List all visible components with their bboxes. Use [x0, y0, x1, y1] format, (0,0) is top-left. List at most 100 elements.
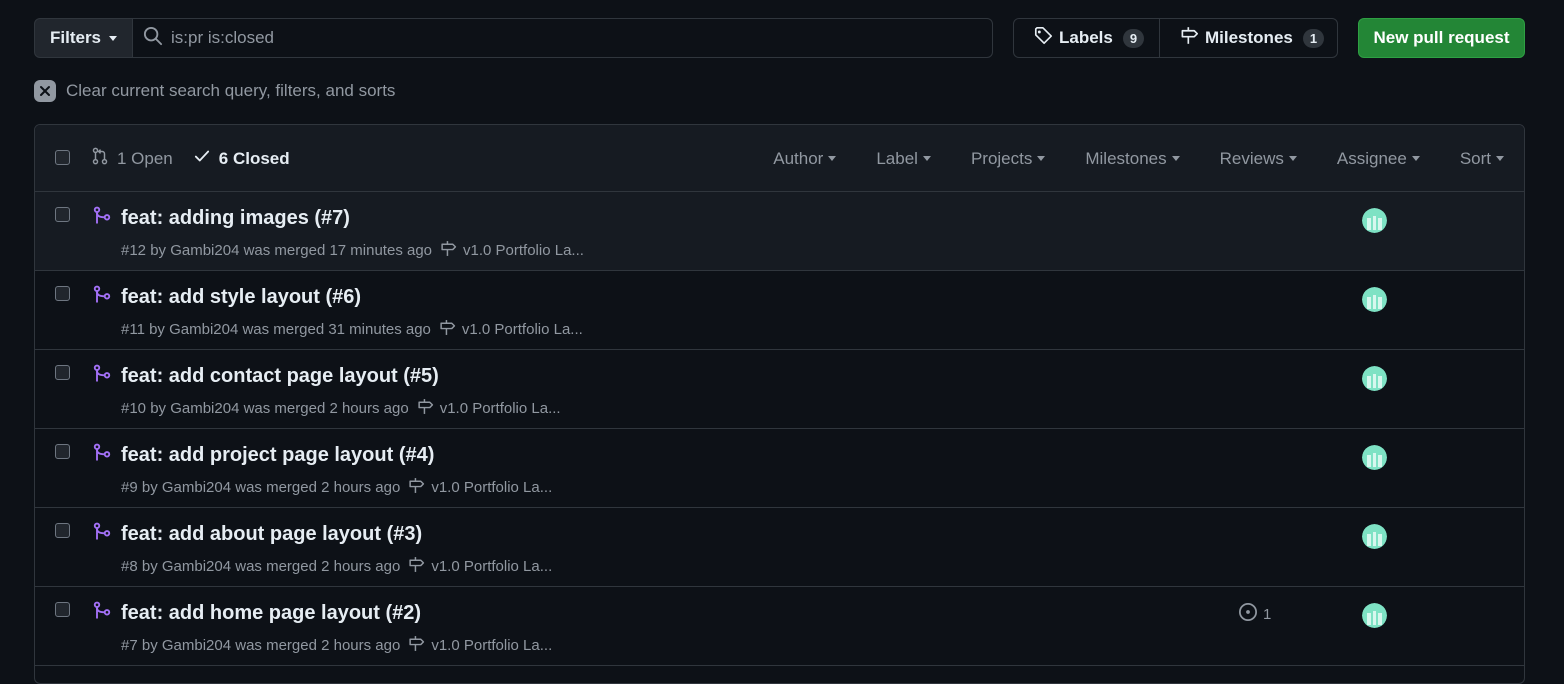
milestones-button[interactable]: Milestones 1: [1160, 19, 1344, 57]
git-merge-icon: [92, 285, 112, 310]
pr-title-link[interactable]: feat: add about page layout (#3): [121, 523, 422, 546]
list-item[interactable]: feat: add home page layout (#2) #7 by Ga…: [35, 587, 1524, 666]
linked-issue-count[interactable]: 1: [1238, 602, 1271, 626]
clear-filters-link[interactable]: Clear current search query, filters, and…: [34, 80, 395, 102]
milestone-icon: [1180, 26, 1199, 50]
chevron-down-icon: [109, 35, 118, 41]
assignee-filter-label: Assignee: [1336, 148, 1407, 168]
chevron-down-icon: [1411, 156, 1420, 161]
milestone-link[interactable]: v1.0 Portfolio La...: [439, 319, 583, 340]
list-item[interactable]: feat: add style layout (#6) #11 by Gambi…: [35, 271, 1524, 350]
filters-button[interactable]: Filters: [34, 18, 133, 58]
milestone-label: v1.0 Portfolio La...: [461, 321, 583, 338]
pr-meta: #8 by Gambi204 was merged 2 hours ago v1…: [121, 556, 552, 577]
pr-meta: #9 by Gambi204 was merged 2 hours ago v1…: [121, 477, 552, 498]
milestone-label: v1.0 Portfolio La...: [431, 479, 553, 496]
pr-meta: #12 by Gambi204 was merged 17 minutes ag…: [121, 240, 584, 261]
milestone-icon: [408, 556, 425, 577]
avatar[interactable]: [1362, 208, 1387, 233]
milestone-label: v1.0 Portfolio La...: [463, 242, 584, 259]
avatar[interactable]: [1362, 524, 1387, 549]
pr-meta-text: #7 by Gambi204 was merged 2 hours ago: [121, 637, 401, 654]
open-filter[interactable]: 1 Open: [91, 147, 173, 170]
search-field[interactable]: [132, 18, 993, 58]
clear-filters-text: Clear current search query, filters, and…: [66, 81, 396, 100]
avatar[interactable]: [1362, 603, 1387, 628]
list-item[interactable]: feat: add contact page layout (#5) #10 b…: [35, 350, 1524, 429]
chevron-down-icon: [1037, 156, 1046, 161]
pr-title-link[interactable]: feat: add contact page layout (#5): [121, 365, 439, 388]
avatar[interactable]: [1362, 366, 1387, 391]
open-count-label: 1 Open: [117, 148, 173, 168]
pull-request-rows: feat: adding images (#7) #12 by Gambi204…: [35, 192, 1524, 666]
new-pull-request-button[interactable]: New pull request: [1358, 18, 1525, 58]
row-checkbox[interactable]: [55, 523, 70, 538]
milestone-link[interactable]: v1.0 Portfolio La...: [440, 240, 584, 261]
labels-milestones-group: Labels 9 Milestones 1: [1013, 18, 1338, 58]
linked-issue-count-value: 1: [1263, 605, 1272, 623]
labels-button[interactable]: Labels 9: [1014, 19, 1160, 57]
milestone-icon: [439, 319, 456, 340]
pr-meta-text: #10 by Gambi204 was merged 2 hours ago: [121, 400, 409, 417]
chevron-down-icon: [922, 156, 931, 161]
avatar[interactable]: [1362, 287, 1387, 312]
tag-icon: [1034, 26, 1053, 50]
milestone-link[interactable]: v1.0 Portfolio La...: [408, 477, 552, 498]
chevron-down-icon: [1171, 156, 1180, 161]
pull-request-icon: [91, 147, 109, 170]
check-icon: [193, 147, 211, 170]
assignee-filter[interactable]: Assignee: [1337, 149, 1420, 169]
milestones-filter[interactable]: Milestones: [1085, 148, 1180, 169]
milestone-link[interactable]: v1.0 Portfolio La...: [408, 556, 552, 577]
row-checkbox[interactable]: [55, 365, 70, 380]
pr-meta: #10 by Gambi204 was merged 2 hours ago v…: [121, 398, 561, 419]
git-merge-icon: [92, 601, 112, 626]
search-input[interactable]: [171, 28, 951, 48]
milestone-link[interactable]: v1.0 Portfolio La...: [417, 398, 561, 419]
label-filter-label: Label: [876, 148, 918, 168]
pr-title-link[interactable]: feat: adding images (#7): [121, 207, 350, 230]
pr-meta: #11 by Gambi204 was merged 31 minutes ag…: [121, 319, 583, 340]
milestone-label: v1.0 Portfolio La...: [431, 637, 553, 654]
pr-title-link[interactable]: feat: add home page layout (#2): [121, 602, 421, 625]
label-filter[interactable]: Label: [876, 149, 931, 169]
row-checkbox[interactable]: [55, 286, 70, 301]
sort-filter[interactable]: Sort: [1460, 149, 1504, 169]
pr-meta-text: #9 by Gambi204 was merged 2 hours ago: [121, 479, 401, 496]
sort-filter-label: Sort: [1459, 148, 1491, 168]
milestones-count: 1: [1302, 28, 1325, 48]
list-header: 1 Open 6 Closed Author Label Projects Mi…: [35, 125, 1524, 192]
chevron-down-icon: [1496, 156, 1504, 161]
milestone-icon: [417, 398, 434, 419]
milestone-link[interactable]: v1.0 Portfolio La...: [408, 635, 552, 656]
list-item[interactable]: feat: adding images (#7) #12 by Gambi204…: [35, 192, 1524, 271]
chevron-down-icon: [828, 156, 837, 161]
git-merge-icon: [92, 522, 112, 547]
reviews-filter-label: Reviews: [1219, 148, 1284, 168]
author-filter-label: Author: [773, 148, 824, 168]
row-checkbox[interactable]: [55, 602, 70, 617]
milestone-label: v1.0 Portfolio La...: [431, 558, 553, 575]
list-item[interactable]: feat: add about page layout (#3) #8 by G…: [35, 508, 1524, 587]
pr-meta-text: #11 by Gambi204 was merged 31 minutes ag…: [121, 321, 431, 338]
projects-filter[interactable]: Projects: [970, 148, 1046, 169]
closed-count-label: 6 Closed: [218, 148, 290, 168]
list-item[interactable]: feat: add project page layout (#4) #9 by…: [35, 429, 1524, 508]
pr-title-link[interactable]: feat: add style layout (#6): [121, 286, 361, 309]
toolbar: Filters Labels 9 Milestones 1 New pull r…: [34, 18, 1525, 58]
author-filter[interactable]: Author: [773, 148, 837, 169]
filters-label: Filters: [50, 28, 102, 47]
select-all-checkbox[interactable]: [55, 150, 70, 165]
projects-filter-label: Projects: [970, 148, 1033, 168]
row-checkbox[interactable]: [55, 444, 70, 459]
search-icon: [143, 26, 163, 51]
row-checkbox[interactable]: [55, 207, 70, 222]
avatar[interactable]: [1362, 445, 1387, 470]
closed-filter[interactable]: 6 Closed: [193, 147, 290, 170]
milestone-label: v1.0 Portfolio La...: [439, 400, 561, 417]
state-toggle: 1 Open 6 Closed: [91, 125, 290, 192]
milestones-filter-label: Milestones: [1085, 148, 1167, 168]
reviews-filter[interactable]: Reviews: [1220, 149, 1297, 169]
labels-label: Labels: [1059, 28, 1113, 47]
pr-title-link[interactable]: feat: add project page layout (#4): [121, 444, 434, 467]
